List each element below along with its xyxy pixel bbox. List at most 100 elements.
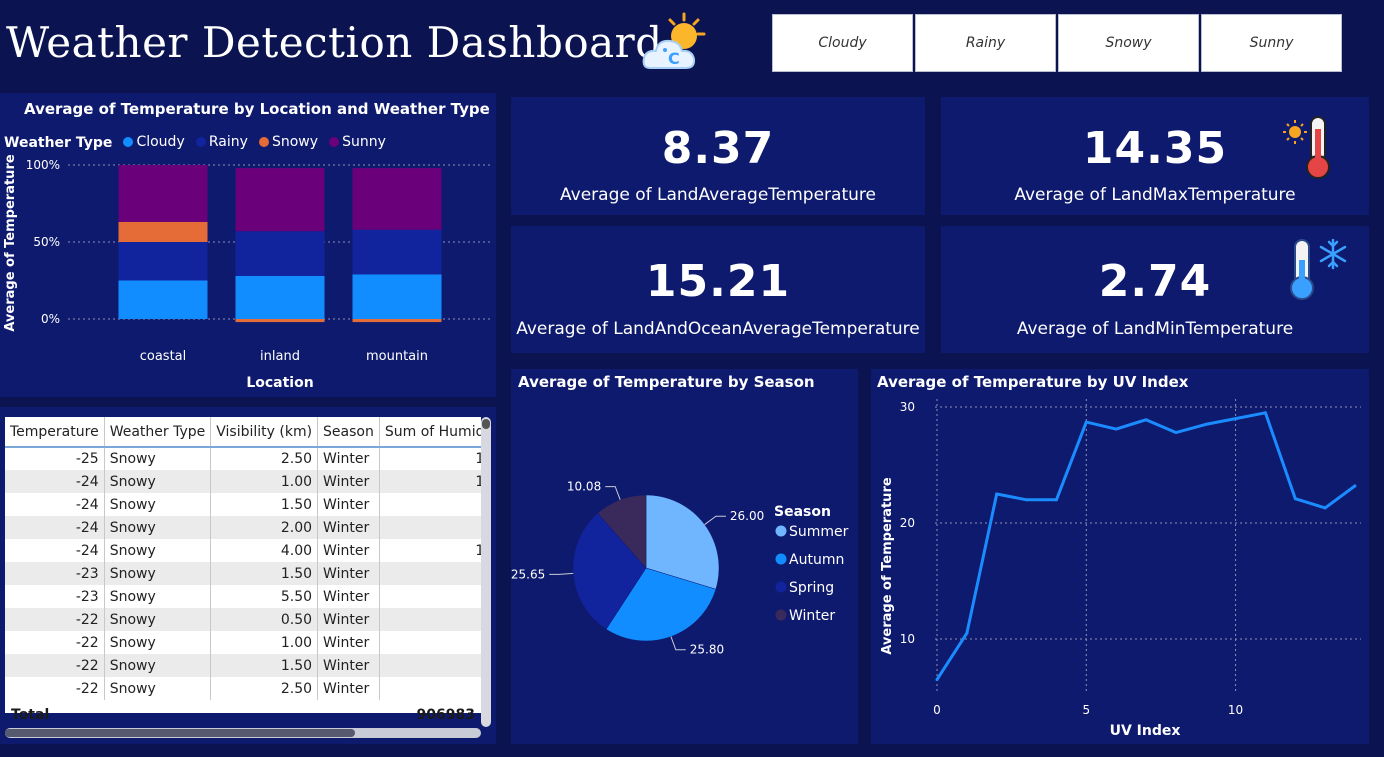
table-cell: 1.00: [210, 631, 319, 654]
stacked-chart-legend: Weather Type Cloudy Rainy Snowy Sunny: [4, 132, 392, 151]
stacked-chart-panel[interactable]: Average of Temperature by Location and W…: [0, 93, 496, 397]
bar-segment-mountain-snowy: [352, 319, 442, 323]
table-cell: Snowy: [104, 539, 212, 562]
vertical-scrollbar-thumb[interactable]: [482, 419, 490, 429]
kpi-label: Average of LandAndOceanAverageTemperatur…: [516, 319, 920, 339]
y-axis-label: Average of Temperature: [3, 154, 18, 332]
pie-data-label: 10.08: [567, 480, 601, 494]
line-point: [1204, 422, 1208, 426]
table-cell: 2.00: [210, 516, 319, 539]
pie-legend-item-summer: Summer: [789, 524, 849, 540]
column-header-visibility[interactable]: Visibility (km): [210, 417, 319, 448]
line-point: [1025, 498, 1029, 502]
horizontal-scrollbar[interactable]: [5, 728, 481, 738]
table-cell: Snowy: [104, 447, 212, 470]
table-cell: 81: [379, 585, 481, 608]
data-table: Temperature Weather Type Visibility (km)…: [5, 417, 481, 700]
table-cell: Winter: [317, 631, 380, 654]
table-row[interactable]: -24Snowy1.50Winter84: [5, 493, 481, 516]
kpi-card-land-ocean: 15.21 Average of LandAndOceanAverageTemp…: [511, 226, 925, 353]
column-header-temperature[interactable]: Temperature: [5, 417, 105, 448]
legend-title: Weather Type: [4, 135, 113, 151]
line-chart-panel[interactable]: Average of Temperature by UV Index Avera…: [871, 369, 1369, 744]
table-row[interactable]: -24Snowy2.00Winter79: [5, 516, 481, 539]
table-row[interactable]: -24Snowy4.00Winter100: [5, 539, 481, 562]
slicer-rainy[interactable]: Rainy: [915, 14, 1056, 72]
slicer-cloudy[interactable]: Cloudy: [772, 14, 913, 72]
line-x-tick: 10: [1228, 703, 1243, 717]
table-row[interactable]: -23Snowy5.50Winter81: [5, 585, 481, 608]
table-row[interactable]: -22Snowy1.50Winter94: [5, 654, 481, 677]
table-cell: -22: [5, 654, 105, 677]
header: Weather Detection Dashboard C Cloudy Rai…: [0, 0, 1384, 82]
line-point: [1293, 497, 1297, 501]
bar-segment-inland-rainy: [235, 231, 325, 276]
table-row[interactable]: -24Snowy1.00Winter106: [5, 470, 481, 493]
table-cell: Snowy: [104, 654, 212, 677]
pie-legend-dot-autumn: [775, 553, 787, 565]
line-point: [1174, 431, 1178, 435]
legend-item-snowy[interactable]: Snowy: [258, 134, 318, 150]
line-chart-plot: Average of Temperature UV Index 30 20 10 0 5…: [880, 399, 1361, 739]
table-row[interactable]: -25Snowy2.50Winter105: [5, 447, 481, 470]
table-cell: Winter: [317, 516, 380, 539]
line-point: [1263, 411, 1267, 415]
pie-leader-line: [670, 636, 686, 651]
column-header-sum-humidity[interactable]: Sum of Humidity: [379, 417, 481, 448]
slicer-snowy[interactable]: Snowy: [1058, 14, 1199, 72]
pie-chart-plot: 26.00 25.80 25.65 10.08 Season Summer Autumn…: [511, 480, 849, 657]
pie-chart-panel[interactable]: Average of Temperature by Season 26.00 25…: [511, 369, 858, 744]
table-row[interactable]: -22Snowy2.50Winter84: [5, 677, 481, 700]
legend-item-rainy[interactable]: Rainy: [195, 134, 248, 150]
pie-legend-item-spring: Spring: [789, 580, 834, 596]
table-cell: Snowy: [104, 562, 212, 585]
table-row[interactable]: -23Snowy1.50Winter91: [5, 562, 481, 585]
column-header-weather-type[interactable]: Weather Type: [104, 417, 212, 448]
table-row[interactable]: -22Snowy0.50Winter96: [5, 608, 481, 631]
pie-legend-item-winter: Winter: [789, 608, 835, 624]
line-y-tick: 20: [900, 516, 915, 530]
x-tick-label: inland: [260, 349, 300, 364]
table-cell: Snowy: [104, 470, 212, 493]
kpi-label: Average of LandMaxTemperature: [1014, 185, 1296, 205]
table-cell: 79: [379, 516, 481, 539]
bar-segment-mountain-sunny: [352, 168, 442, 230]
line-point: [1234, 417, 1238, 421]
table-cell: Winter: [317, 654, 380, 677]
pie-data-label: 25.65: [511, 567, 545, 581]
table-cell: -23: [5, 562, 105, 585]
data-table-viewport[interactable]: Temperature Weather Type Visibility (km)…: [5, 417, 481, 713]
table-cell: Snowy: [104, 608, 212, 631]
table-cell: Snowy: [104, 631, 212, 654]
total-label: Total: [11, 707, 50, 723]
table-cell: 105: [379, 447, 481, 470]
line-x-tick: 5: [1082, 703, 1090, 717]
bar-segment-coastal-rainy: [118, 242, 208, 281]
bar-segment-mountain-cloudy: [352, 274, 442, 319]
table-row[interactable]: -22Snowy1.00Winter86: [5, 631, 481, 654]
thermometer-cold-icon: [1290, 238, 1347, 300]
kpi-label: Average of LandMinTemperature: [1016, 319, 1294, 339]
table-cell: Winter: [317, 677, 380, 700]
column-header-season[interactable]: Season: [317, 417, 380, 448]
x-tick-label: coastal: [140, 349, 187, 364]
table-cell: Winter: [317, 447, 380, 470]
slicer-sunny[interactable]: Sunny: [1201, 14, 1342, 72]
legend-item-sunny[interactable]: Sunny: [329, 134, 386, 150]
pie-leader-line: [605, 486, 621, 500]
table-cell: -23: [5, 585, 105, 608]
table-cell: 84: [379, 493, 481, 516]
line-point: [935, 678, 939, 682]
table-cell: Snowy: [104, 677, 212, 700]
vertical-scrollbar[interactable]: [481, 417, 491, 727]
table-cell: -24: [5, 539, 105, 562]
table-panel: Temperature Weather Type Visibility (km)…: [0, 407, 496, 744]
pie-data-label: 26.00: [730, 509, 764, 523]
horizontal-scrollbar-thumb[interactable]: [5, 729, 355, 737]
table-total-row: Total 906983: [5, 706, 481, 724]
legend-item-cloudy[interactable]: Cloudy: [123, 134, 185, 150]
line-x-axis-label: UV Index: [1110, 723, 1181, 739]
table-cell: -24: [5, 470, 105, 493]
total-value: 906983: [416, 707, 475, 723]
table-cell: 106: [379, 470, 481, 493]
